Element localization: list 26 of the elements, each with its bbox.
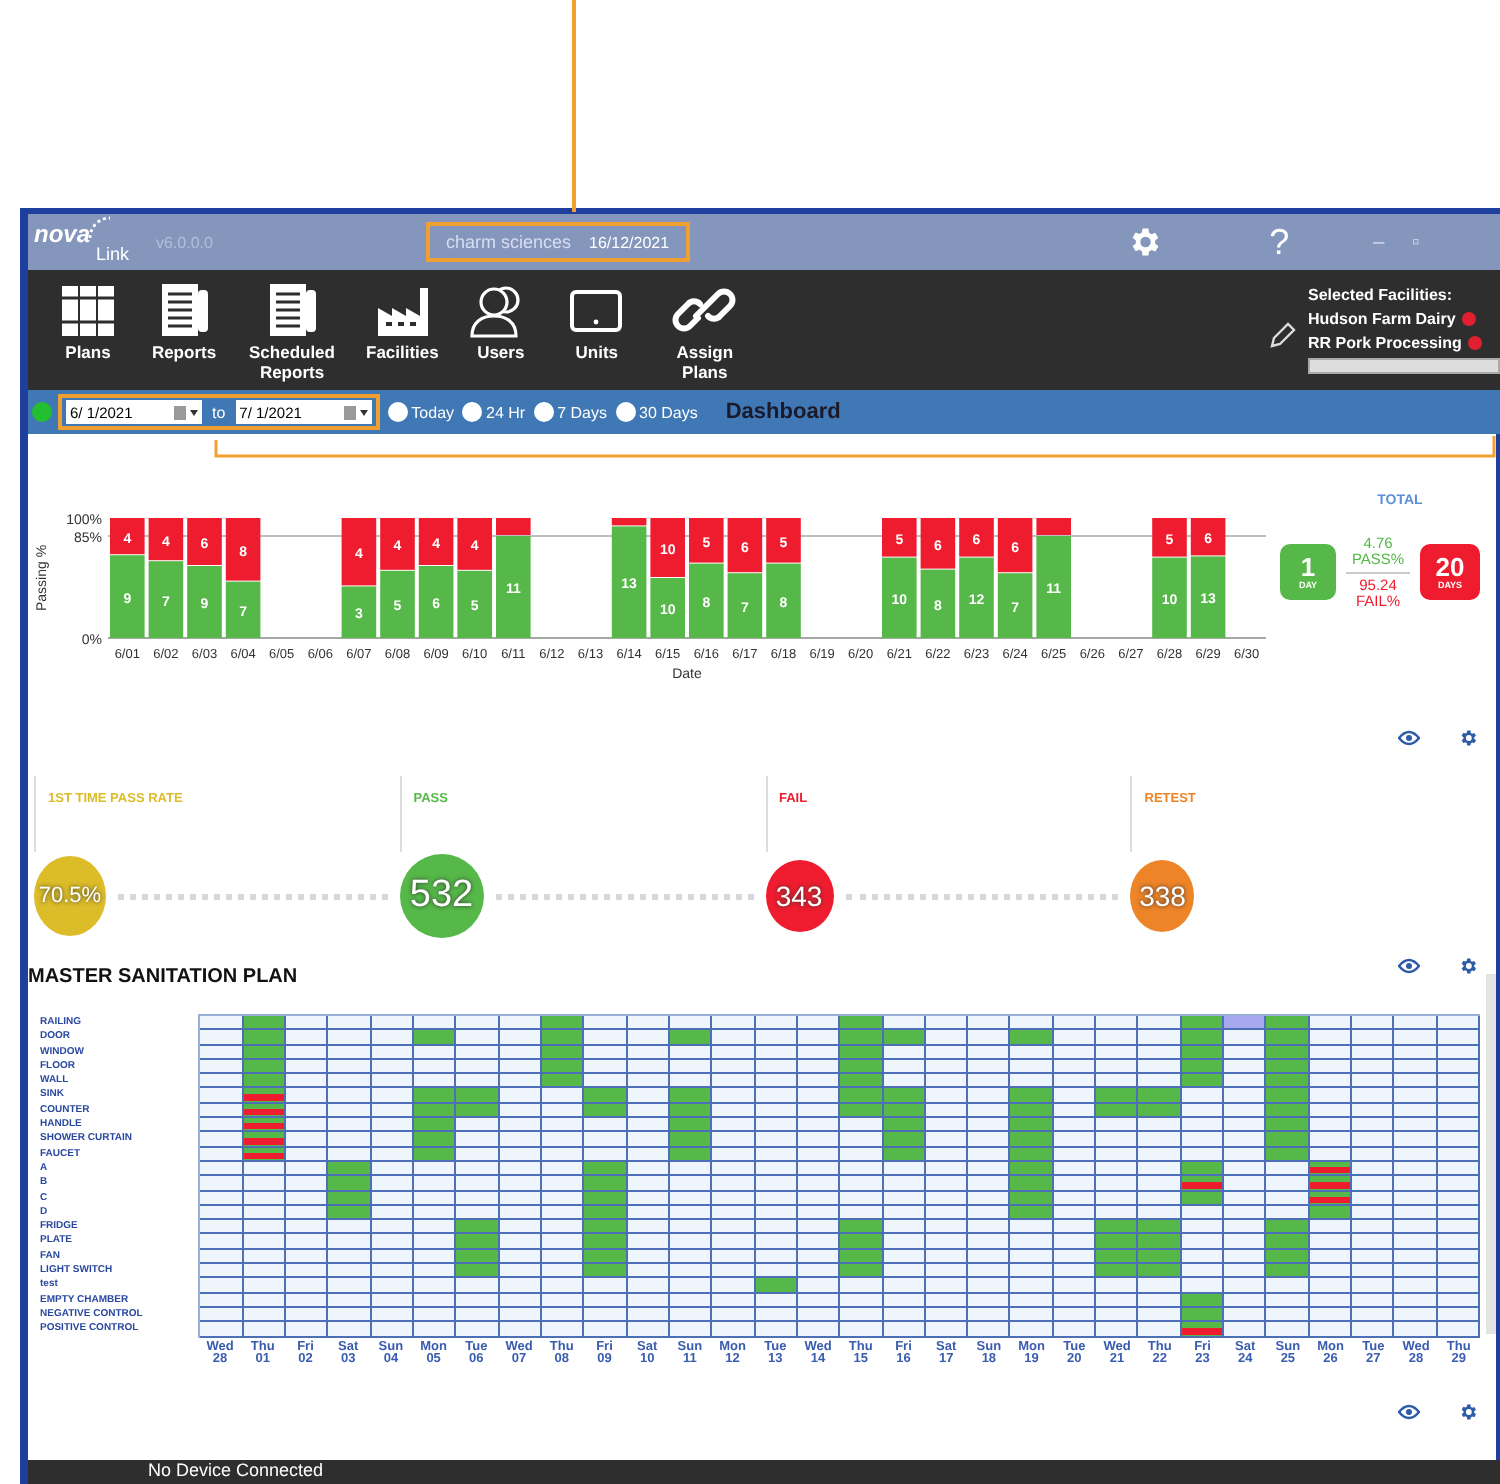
to-label: to (212, 403, 226, 421)
current-date: 16/12/2021 (589, 233, 670, 251)
status-text: No Device Connected (148, 1460, 324, 1480)
toolbar-button[interactable]: Units (548, 280, 645, 364)
radio-label[interactable]: 24 Hr (486, 403, 526, 421)
toolbar-button[interactable]: Assign Plans (644, 280, 765, 384)
page-title: Dashboard (725, 400, 841, 424)
kpi-circle: 338 (1130, 860, 1195, 932)
radio-label[interactable]: 30 Days (639, 403, 698, 421)
facility-name: RR Pork Processing (1308, 334, 1462, 352)
logo-text: nova (34, 220, 91, 248)
toolbar-button[interactable]: Facilities (352, 280, 453, 364)
radio-label[interactable]: 7 Days (557, 403, 607, 421)
section-title: MASTER SANITATION PLAN (28, 966, 298, 988)
toolbar-button[interactable]: Reports (136, 280, 232, 364)
facilities-heading: Selected Facilities: (1308, 286, 1455, 304)
toolbar-button[interactable]: Users (452, 280, 549, 364)
kpi-circle: 70.5% (34, 856, 106, 936)
facility-name: Hudson Farm Dairy (1308, 310, 1456, 328)
toolbar-button[interactable]: Scheduled Reports (232, 280, 352, 384)
logo-subtitle: Link (96, 244, 130, 264)
radio-label[interactable]: Today (411, 403, 455, 421)
toolbar-button[interactable]: Plans (40, 280, 136, 364)
company-name: charm sciences (446, 232, 572, 252)
kpi-circle: 343 (765, 860, 833, 932)
kpi-circle: 532 (399, 854, 484, 938)
